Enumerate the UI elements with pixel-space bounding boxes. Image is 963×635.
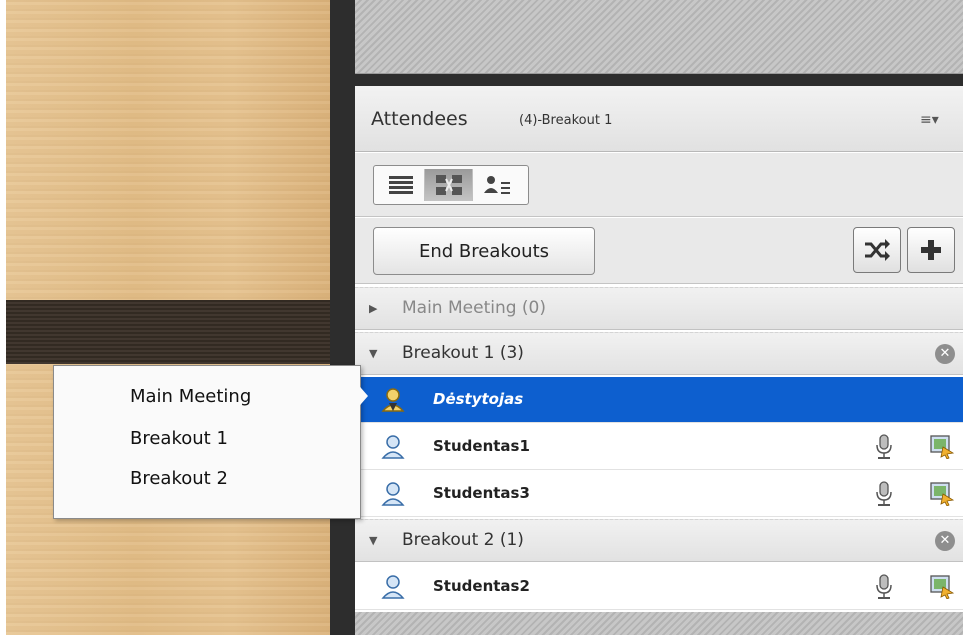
group-main-meeting[interactable]: ▶ Main Meeting (0) (355, 287, 963, 330)
attendees-pod: Attendees (4)-Breakout 1 ≡▾ End Breakout… (355, 86, 963, 612)
attendee-name: Studentas2 (433, 577, 530, 595)
breakout-view-button[interactable] (425, 169, 473, 201)
pod-area-top (355, 0, 963, 74)
dark-wood-band (6, 300, 330, 364)
attendee-name: Studentas1 (433, 437, 530, 455)
collapse-triangle-icon[interactable]: ▼ (369, 534, 377, 547)
view-switcher (373, 165, 529, 205)
list-view-button[interactable] (377, 169, 425, 201)
participant-icon (381, 481, 405, 511)
expand-triangle-icon[interactable]: ▶ (369, 302, 377, 315)
plus-icon (921, 240, 941, 260)
group-label: Breakout 1 (3) (402, 343, 524, 363)
end-breakouts-button[interactable]: End Breakouts (373, 227, 595, 275)
view-toolbar (355, 153, 963, 217)
menu-item-breakout-1[interactable]: Breakout 1 (130, 428, 228, 449)
shuffle-icon (865, 239, 890, 261)
breakout-view-icon (435, 175, 462, 195)
pod-title: Attendees (371, 108, 468, 130)
group-label: Breakout 2 (1) (402, 530, 524, 550)
close-breakout-icon[interactable]: ✕ (935, 531, 955, 551)
group-breakout-1[interactable]: ▼ Breakout 1 (3) ✕ (355, 332, 963, 375)
menu-item-main-meeting[interactable]: Main Meeting (130, 386, 251, 407)
host-icon (381, 387, 405, 417)
collapse-triangle-icon[interactable]: ▼ (369, 347, 377, 360)
attendee-row[interactable]: Dėstytojas (355, 377, 963, 423)
menu-item-breakout-2[interactable]: Breakout 2 (130, 468, 228, 489)
action-toolbar: End Breakouts (355, 218, 963, 284)
microphone-icon[interactable] (873, 573, 895, 605)
share-screen-icon[interactable] (929, 480, 955, 510)
attendee-row[interactable]: Studentas3 (355, 471, 963, 517)
shuffle-button[interactable] (853, 227, 901, 273)
share-screen-icon[interactable] (929, 573, 955, 603)
attendee-name: Dėstytojas (433, 390, 524, 408)
pod-menu-icon[interactable]: ≡▾ (920, 112, 939, 128)
attendee-detail-button[interactable] (473, 169, 521, 201)
microphone-icon[interactable] (873, 480, 895, 512)
move-to-menu: Main Meeting Breakout 1 Breakout 2 (53, 365, 361, 519)
add-breakout-button[interactable] (907, 227, 955, 273)
attendee-row[interactable]: Studentas1 (355, 424, 963, 470)
close-breakout-icon[interactable]: ✕ (935, 344, 955, 364)
participant-icon (381, 434, 405, 464)
pod-area-bottom (355, 612, 963, 635)
menu-pointer (354, 380, 368, 412)
share-screen-icon[interactable] (929, 433, 955, 463)
participant-icon (381, 574, 405, 604)
group-breakout-2[interactable]: ▼ Breakout 2 (1) ✕ (355, 519, 963, 562)
pod-header: Attendees (4)-Breakout 1 ≡▾ (355, 86, 963, 152)
attendee-name: Studentas3 (433, 484, 530, 502)
attendee-detail-icon (484, 176, 510, 194)
attendee-row[interactable]: Studentas2 (355, 564, 963, 610)
list-view-icon (388, 176, 413, 194)
group-label: Main Meeting (0) (402, 298, 547, 318)
pod-subtitle: (4)-Breakout 1 (519, 113, 613, 128)
microphone-icon[interactable] (873, 433, 895, 465)
